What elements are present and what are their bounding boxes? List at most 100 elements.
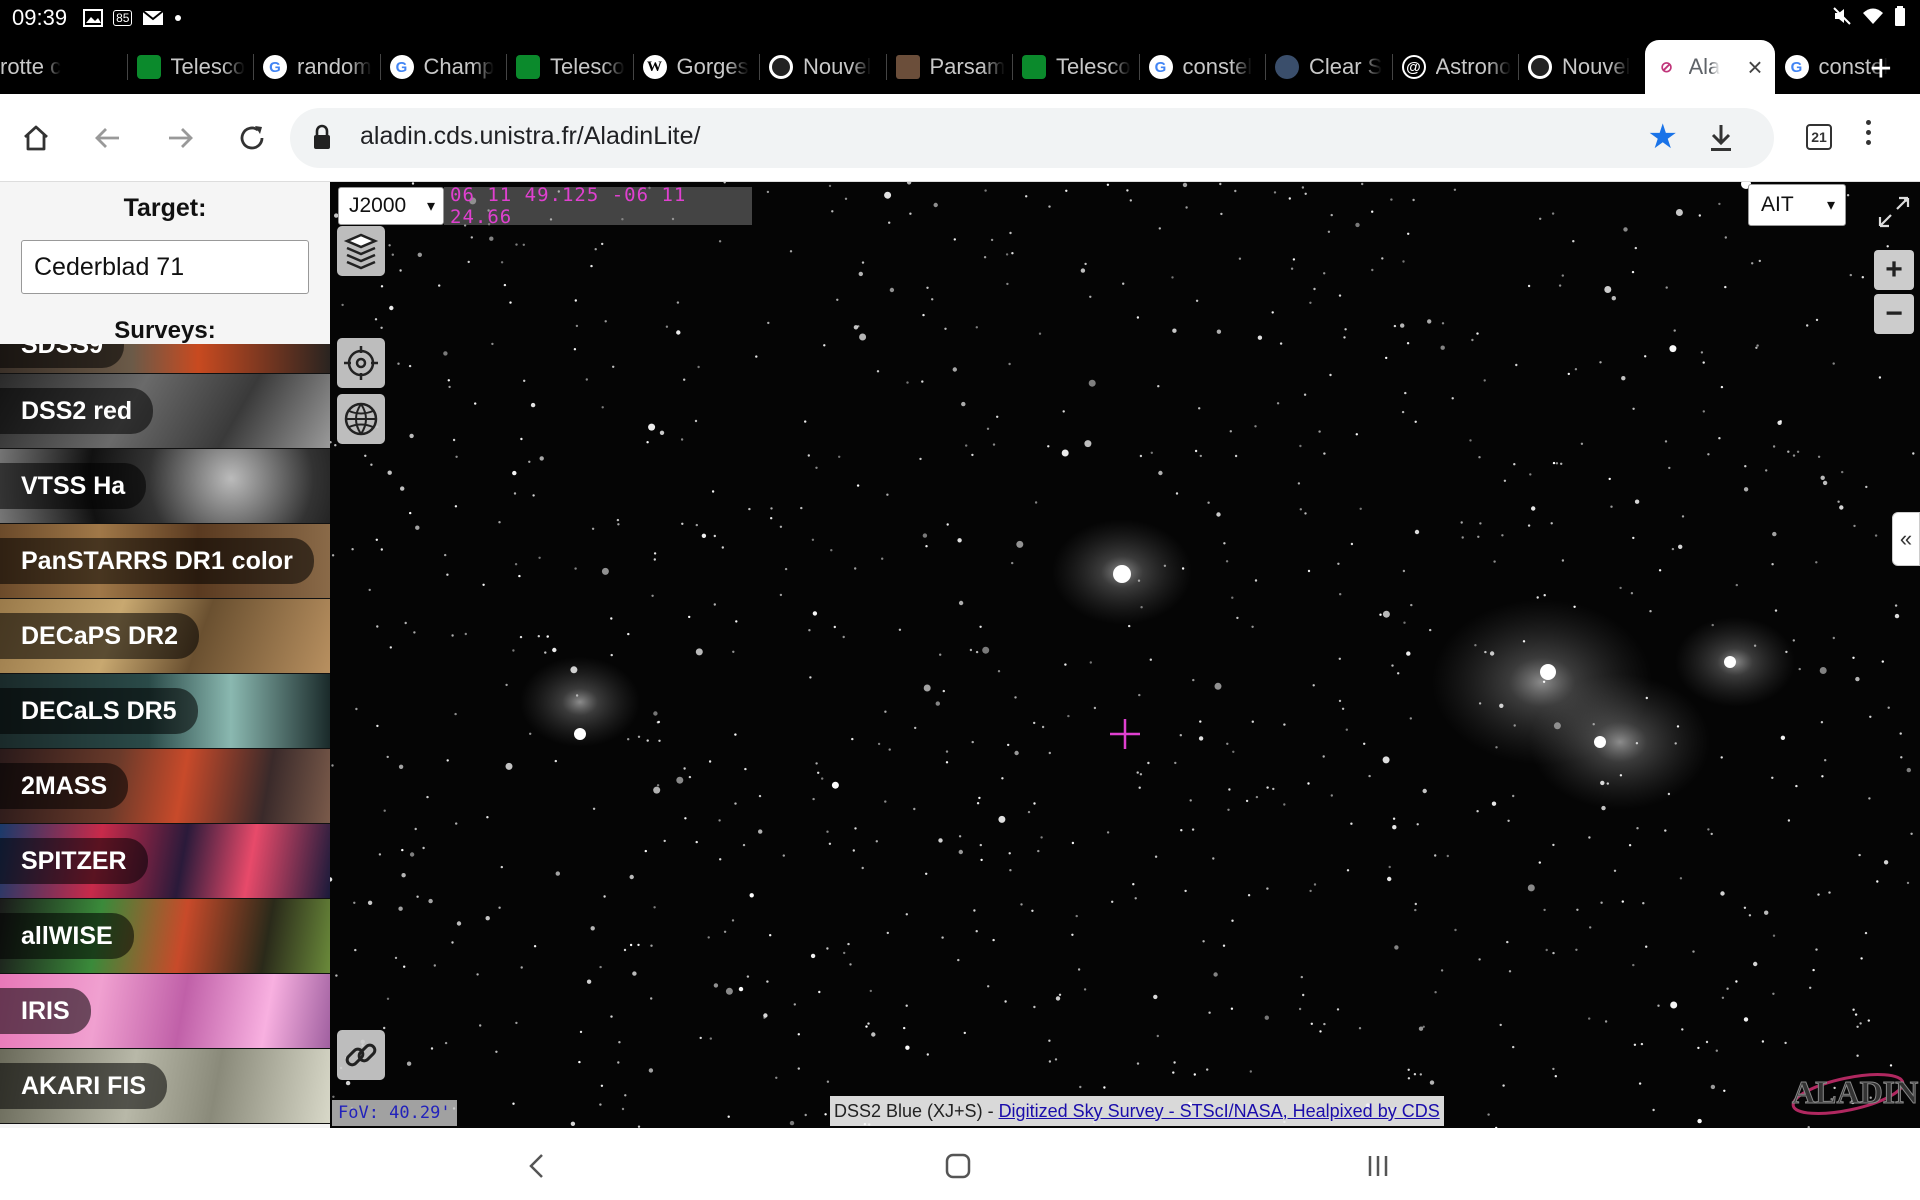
tab[interactable]: Telesco bbox=[126, 40, 254, 94]
globe-grid-icon bbox=[344, 402, 378, 436]
attribution-link[interactable]: Digitized Sky Survey - STScI/NASA, Healp… bbox=[999, 1101, 1440, 1122]
system-nav-bar bbox=[0, 1128, 1920, 1200]
target-label: Target: bbox=[123, 194, 207, 222]
battery-icon bbox=[1894, 5, 1906, 31]
survey-list: SDSS9 DSS2 red VTSS Ha PanSTARRS DR1 color D… bbox=[0, 344, 330, 1124]
share-link-button[interactable] bbox=[337, 1030, 385, 1080]
badge-85-icon: 85 bbox=[113, 10, 133, 26]
tab[interactable]: Clear S bbox=[1265, 40, 1392, 94]
coordinate-grid-button[interactable] bbox=[337, 394, 385, 444]
tab[interactable]: Gconstel bbox=[1138, 40, 1266, 94]
tab-title: rotte c bbox=[0, 54, 62, 79]
tab[interactable]: Telesco bbox=[506, 40, 633, 94]
goto-target-button[interactable] bbox=[337, 338, 385, 388]
bookmark-star-icon[interactable]: ★ bbox=[1648, 120, 1678, 154]
back-arrow-icon bbox=[95, 128, 119, 148]
status-time: 09:39 bbox=[12, 5, 68, 30]
chrome-icon bbox=[769, 55, 793, 79]
spiral-icon: @ bbox=[1401, 55, 1426, 79]
nav-home-button[interactable] bbox=[938, 1148, 978, 1184]
tab[interactable]: @ Astrono bbox=[1391, 40, 1519, 94]
close-tab-icon[interactable]: × bbox=[1747, 52, 1762, 83]
tab-title: Nouvel bbox=[1562, 54, 1631, 79]
survey-label: allWISE bbox=[0, 913, 134, 959]
home-square-icon bbox=[945, 1153, 971, 1179]
tab-title: Clear S bbox=[1309, 54, 1383, 79]
tab[interactable]: rotte c bbox=[0, 40, 127, 94]
chrome-icon bbox=[1528, 55, 1552, 79]
survey-item[interactable]: 2MASS bbox=[0, 749, 330, 824]
home-icon bbox=[24, 125, 48, 151]
green-square-icon bbox=[516, 55, 540, 79]
zoom-in-button[interactable]: + bbox=[1874, 250, 1914, 290]
aladin-icon: ⊘ bbox=[1660, 59, 1673, 76]
back-chevron-icon bbox=[529, 1154, 543, 1178]
nav-recents-button[interactable] bbox=[1358, 1148, 1398, 1184]
layers-button[interactable] bbox=[337, 226, 385, 276]
tab[interactable]: Telesco bbox=[1012, 40, 1139, 94]
tab-title: Nouvel bbox=[803, 54, 872, 79]
tab-title: Telesco bbox=[550, 54, 625, 79]
survey-item[interactable]: IRIS bbox=[0, 974, 330, 1049]
home-button[interactable] bbox=[14, 116, 58, 160]
tab-list: rotte c Telesco Grandom G Champ Telesco W Gorge… bbox=[0, 40, 1901, 94]
survey-label: SPITZER bbox=[0, 838, 148, 884]
reload-icon bbox=[240, 126, 264, 150]
survey-label: DECaPS DR2 bbox=[0, 613, 199, 659]
frame-select[interactable]: J2000 ▾ bbox=[338, 187, 444, 225]
survey-label: DECaLS DR5 bbox=[0, 688, 198, 734]
target-input[interactable] bbox=[21, 240, 309, 294]
tab[interactable]: Grandom bbox=[253, 40, 380, 94]
nav-back-button[interactable] bbox=[516, 1148, 556, 1184]
survey-item[interactable]: DSS2 red bbox=[0, 374, 330, 449]
mute-icon bbox=[1832, 6, 1852, 31]
forward-button[interactable] bbox=[158, 116, 202, 160]
survey-item[interactable]: DECaLS DR5 bbox=[0, 674, 330, 749]
tab[interactable]: G Champ bbox=[379, 40, 507, 94]
tab[interactable]: Nouvel bbox=[1518, 40, 1645, 94]
tab-title: Parsam bbox=[929, 54, 1006, 79]
sky-image[interactable] bbox=[330, 182, 1920, 1128]
projection-value: AIT bbox=[1761, 193, 1794, 216]
tab-active[interactable]: ⊘ Ala × bbox=[1644, 40, 1775, 94]
survey-item[interactable]: DECaPS DR2 bbox=[0, 599, 330, 674]
tab[interactable]: W Gorges bbox=[632, 40, 760, 94]
survey-item[interactable]: SPITZER bbox=[0, 824, 330, 899]
survey-item[interactable]: VTSS Ha bbox=[0, 449, 330, 524]
tab-title: Telesco bbox=[170, 54, 246, 79]
sky-viewer[interactable]: J2000 ▾ 06 11 49.125 -06 11 24.66 AIT ▾ … bbox=[330, 182, 1920, 1128]
address-bar[interactable]: aladin.cds.unistra.fr/AladinLite/ ★ bbox=[290, 108, 1774, 168]
back-button[interactable] bbox=[86, 116, 130, 160]
wifi-icon bbox=[1862, 7, 1884, 30]
survey-item[interactable]: AKARI FIS bbox=[0, 1049, 330, 1124]
side-panel-toggle[interactable]: « bbox=[1892, 512, 1920, 566]
crosshair-target-icon bbox=[344, 346, 378, 380]
tab-title: constel bbox=[1182, 54, 1253, 79]
zoom-out-button[interactable]: − bbox=[1874, 294, 1914, 334]
wikipedia-icon: W bbox=[642, 55, 667, 79]
new-tab-button[interactable]: + bbox=[1870, 50, 1892, 88]
survey-item[interactable]: allWISE bbox=[0, 899, 330, 974]
menu-button[interactable] bbox=[1866, 120, 1871, 145]
survey-label: AKARI FIS bbox=[0, 1063, 167, 1109]
download-icon[interactable] bbox=[1706, 122, 1736, 154]
survey-attribution: DSS2 Blue (XJ+S) - Digitized Sky Survey … bbox=[830, 1096, 1444, 1126]
survey-item[interactable]: PanSTARRS DR1 color bbox=[0, 524, 330, 599]
browser-toolbar: aladin.cds.unistra.fr/AladinLite/ ★ 21 bbox=[0, 94, 1920, 182]
tab-switcher-button[interactable]: 21 bbox=[1806, 124, 1832, 150]
fullscreen-button[interactable] bbox=[1874, 192, 1914, 232]
survey-label: DSS2 red bbox=[0, 388, 154, 434]
status-bar: 09:39 85 bbox=[0, 0, 1920, 36]
reload-button[interactable] bbox=[230, 116, 274, 160]
aladin-sidebar: Target: Surveys: SDSS9 DSS2 red VTSS Ha Pan… bbox=[0, 182, 330, 1128]
tab-title: random bbox=[297, 54, 372, 79]
survey-label: IRIS bbox=[0, 988, 91, 1034]
tab[interactable]: Parsam bbox=[885, 40, 1013, 94]
layers-icon bbox=[343, 233, 379, 270]
url-text[interactable]: aladin.cds.unistra.fr/AladinLite/ bbox=[360, 122, 700, 151]
projection-select[interactable]: AIT ▾ bbox=[1748, 184, 1846, 226]
tab-strip: rotte c Telesco Grandom G Champ Telesco W Gorge… bbox=[0, 36, 1920, 94]
survey-item[interactable]: SDSS9 bbox=[0, 344, 330, 374]
survey-label: 2MASS bbox=[0, 763, 129, 809]
tab[interactable]: Nouvel bbox=[759, 40, 886, 94]
